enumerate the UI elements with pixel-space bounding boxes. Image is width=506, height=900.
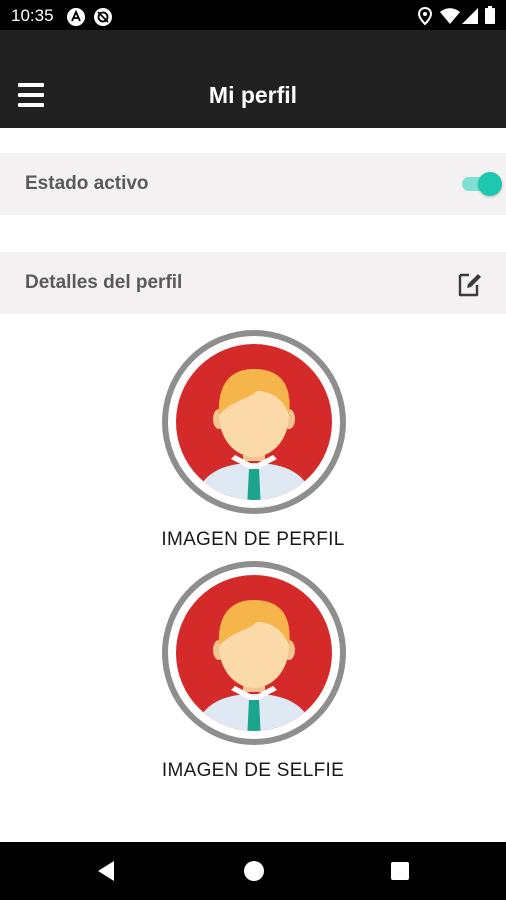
active-status-toggle[interactable] (460, 170, 502, 198)
details-row-label: Detalles del perfil (25, 272, 183, 293)
selfie-image-caption: IMAGEN DE SELFIE (161, 760, 345, 781)
toggle-thumb (478, 172, 502, 196)
battery-icon (485, 6, 495, 29)
user-avatar-icon (162, 561, 346, 745)
status-time: 10:35 (11, 6, 54, 25)
details-row: Detalles del perfil (0, 252, 506, 314)
user-avatar-icon (162, 330, 346, 514)
home-icon[interactable] (240, 857, 268, 885)
back-icon[interactable] (92, 857, 120, 885)
page-title: Mi perfil (208, 82, 298, 108)
wifi-icon (440, 8, 460, 29)
location-icon (417, 6, 433, 30)
profile-image-caption: IMAGEN DE PERFIL (161, 529, 345, 550)
status-row-label: Estado activo (25, 173, 149, 194)
notification-sync-off-icon (93, 7, 113, 32)
notification-a-icon (66, 7, 86, 32)
edit-icon[interactable] (455, 269, 485, 299)
status-row: Estado activo (0, 153, 506, 215)
signal-icon (462, 8, 478, 29)
profile-image-avatar[interactable] (161, 329, 347, 515)
recents-icon[interactable] (386, 857, 414, 885)
app-bar: Mi perfil (0, 30, 506, 128)
status-bar: 10:35 (0, 0, 506, 30)
system-nav-bar (0, 842, 506, 900)
selfie-image-avatar[interactable] (161, 560, 347, 746)
